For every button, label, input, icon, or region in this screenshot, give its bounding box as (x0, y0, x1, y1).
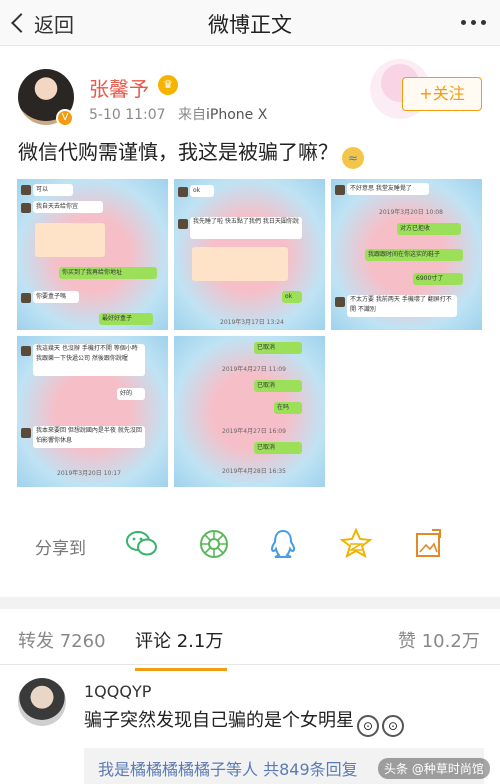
verified-badge-icon: V (56, 109, 74, 127)
chat-bubble: 不太方要 我前两天 手機壞了 翻屏打不開 不識別 (347, 295, 457, 317)
chat-bubble: 最好好盒子 (99, 313, 153, 325)
chat-bubble: 我這幾天 也沒辦 手機打不開 等個小時 我跟樂一下快遞公司 然後跟你說喔 (33, 344, 145, 376)
chat-timestamp: 2019年3月17日 13:24 (220, 319, 284, 326)
commenter-avatar[interactable] (18, 678, 66, 726)
chat-timestamp: 2019年4月27日 16:09 (222, 428, 286, 435)
chat-bubble: 已取消 (254, 342, 302, 354)
chat-avatar (21, 346, 31, 356)
dot-icon (471, 20, 476, 25)
qzone-icon[interactable] (338, 526, 374, 562)
top-bar: 返回 微博正文 (0, 0, 500, 46)
chat-bubble: 我跟跟时间在你这实的鞋子 (365, 249, 463, 261)
tab-likes[interactable]: 赞 10.2万 (398, 627, 480, 653)
chat-avatar (21, 185, 31, 195)
chat-bubble: 6900寸了 (413, 273, 463, 285)
chat-screenshot-4[interactable]: 我這幾天 也沒辦 手機打不開 等個小時 我跟樂一下快遞公司 然後跟你說喔 好的 … (17, 336, 168, 487)
chat-bubble: 我本來要回 但想說國內是半夜 就先沒回 怕影響你休息 (33, 426, 145, 448)
share-label: 分享到 (35, 539, 86, 559)
chat-bubble: 对方已拒收 (397, 223, 461, 235)
post-text: 微信代购需谨慎，我这是被骗了嘛？ ≈ (18, 137, 488, 169)
save-image-icon[interactable] (410, 526, 446, 562)
chat-bubble: 我先睡了啦 快五點了我們 我日天圍你說 (190, 217, 302, 239)
shocked-emoji-icon: ⊙ (357, 715, 379, 737)
chat-timestamp: 2019年3月20日 10:08 (379, 209, 443, 216)
chat-bubble: 你买到了我再给你地址 (59, 267, 157, 279)
tab-comments[interactable]: 评论 2.1万 (135, 627, 227, 671)
more-options-button[interactable] (461, 20, 486, 25)
chat-avatar (335, 185, 345, 195)
chat-bubble: 在吗 (274, 402, 302, 414)
commenter-name[interactable]: 1QQQYP (84, 682, 151, 701)
chat-screenshot-1[interactable]: 可以 我自天去给你宜 你买到了我再给你地址 你要盒子嗎 最好好盒子 (17, 179, 168, 330)
section-divider (0, 597, 500, 609)
chat-screenshot-3[interactable]: 不好意思 我堂友睡覺了 2019年3月20日 10:08 对方已拒收 我跟跟时间… (331, 179, 482, 330)
page-title: 微博正文 (208, 13, 292, 37)
chat-bubble: 我自天去给你宜 (33, 201, 103, 213)
shocked-emoji-icon: ⊙ (382, 715, 404, 737)
post-tabs: 转发 7260 评论 2.1万 赞 10.2万 (0, 609, 500, 671)
share-row: 分享到 (0, 520, 500, 570)
chat-bubble: 可以 (33, 184, 73, 196)
comment-text: 骗子突然发现自己骗的是个女明星 ⊙ ⊙ (84, 706, 404, 737)
chat-bubble: 已取消 (254, 442, 302, 454)
vip-crown-icon: ♛ (158, 75, 178, 95)
dot-icon (461, 20, 466, 25)
chat-timestamp: 2019年4月28日 16:35 (222, 468, 286, 475)
chat-screenshot-5[interactable]: 已取消 2019年4月27日 11:09 已取消 在吗 2019年4月27日 1… (174, 336, 325, 487)
chat-bubble: 好的 (117, 388, 145, 400)
chat-bubble: 已取消 (254, 380, 302, 392)
weibo-post: V 张馨予 ♛ 5-10 11:07 来自iPhone X +关注 微信代购需谨… (0, 47, 500, 597)
post-time: 5-10 11:07 (89, 107, 166, 123)
chat-timestamp: 2019年4月27日 11:09 (222, 366, 286, 373)
tab-reposts[interactable]: 转发 7260 (18, 627, 106, 653)
chat-bubble: ok (282, 291, 302, 303)
chat-bubble: 不好意思 我堂友睡覺了 (347, 183, 429, 195)
chat-bubble: 你要盒子嗎 (33, 291, 79, 303)
chat-screenshot-2[interactable]: ok 我先睡了啦 快五點了我們 我日天圍你說 ok 2019年3月17日 13:… (174, 179, 325, 330)
post-source: 来自iPhone X (178, 107, 268, 123)
follow-button[interactable]: +关注 (402, 77, 482, 111)
crying-emoji-icon: ≈ (342, 147, 364, 169)
post-meta: 5-10 11:07 来自iPhone X (89, 104, 267, 124)
chat-bubble: ok (190, 185, 214, 197)
comment-item: 1QQQYP 骗子突然发现自己骗的是个女明星 ⊙ ⊙ 我是橘橘橘橘橘子等人 共849… (0, 666, 500, 784)
image-grid: 可以 我自天去给你宜 你买到了我再给你地址 你要盒子嗎 最好好盒子 ok 我先睡… (17, 179, 483, 489)
chat-image-bubble (192, 247, 288, 281)
wechat-icon[interactable] (124, 526, 160, 562)
moments-icon[interactable] (196, 526, 232, 562)
chat-timestamp: 2019年3月20日 10:17 (57, 470, 121, 477)
chat-avatar (21, 428, 31, 438)
chat-avatar (178, 187, 188, 197)
chat-avatar (335, 297, 345, 307)
replies-summary-text: 我是橘橘橘橘橘子等人 共849条回复 (98, 760, 358, 779)
author-name[interactable]: 张馨予 (89, 73, 149, 102)
chat-avatar (178, 219, 188, 229)
qq-icon[interactable] (265, 526, 301, 562)
chat-avatar (21, 293, 31, 303)
chat-avatar (21, 203, 31, 213)
dot-icon (481, 20, 486, 25)
chat-image-bubble (35, 223, 105, 257)
watermark: 头条 @种草时尚馆 (378, 758, 490, 779)
